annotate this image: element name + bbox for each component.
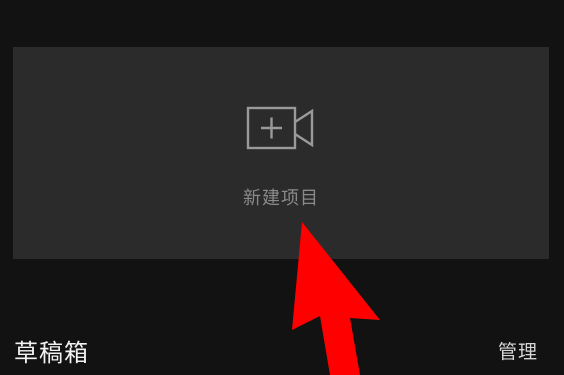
add-video-icon xyxy=(246,106,314,150)
new-project-label: 新建项目 xyxy=(243,188,319,209)
manage-button[interactable]: 管理 xyxy=(498,337,538,364)
drafts-title: 草稿箱 xyxy=(14,339,89,367)
red-arrow-icon xyxy=(292,222,380,375)
